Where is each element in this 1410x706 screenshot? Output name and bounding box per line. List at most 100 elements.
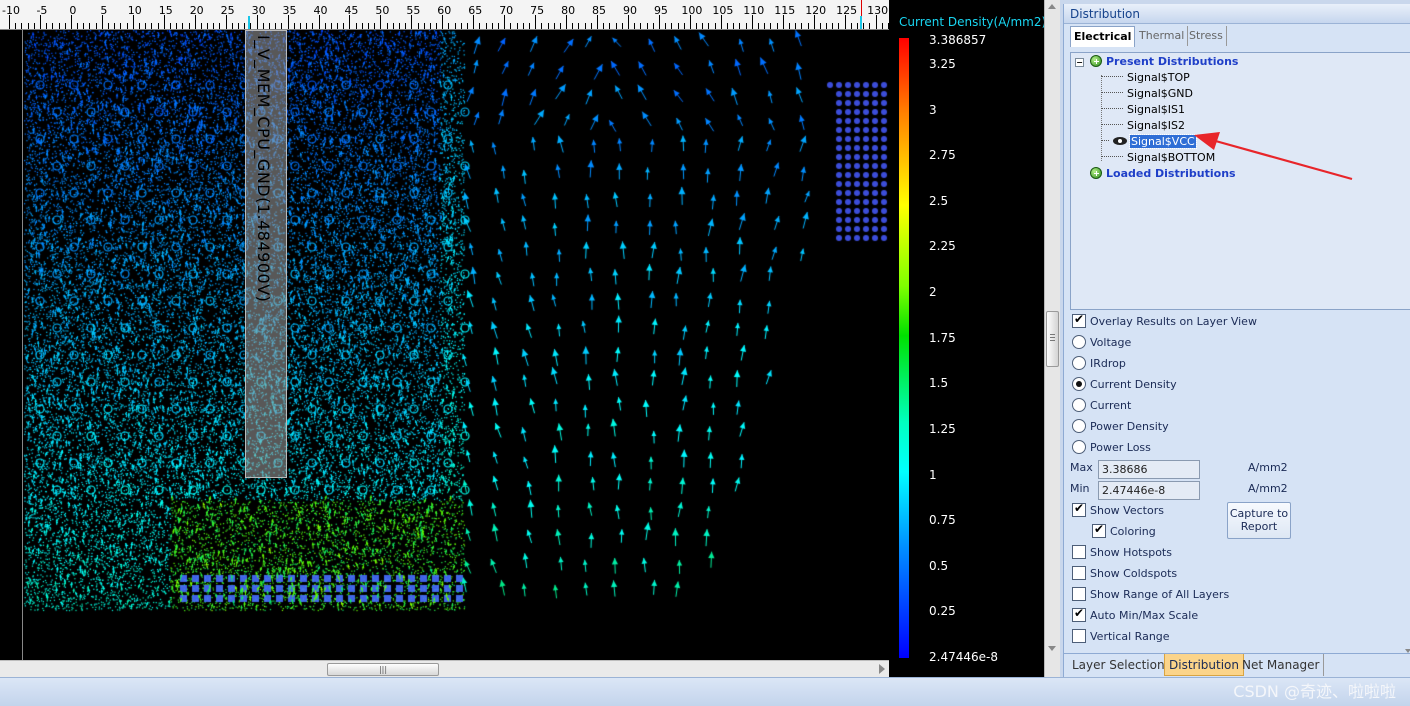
horizontal-ruler: -10 -5 0 5 10 15 20 25 30 35 40 45 50 55 60 65 70 75 80 85 9… [0,0,889,30]
radio-irdrop[interactable]: IRdrop [1072,356,1126,374]
scroll-right-arrow-icon[interactable] [879,664,885,674]
ruler-tick [553,23,555,29]
ruler-label: 85 [592,4,607,17]
tab-distribution[interactable]: Distribution [1164,654,1245,676]
ruler-tick [194,15,196,29]
ruler-tick [584,23,586,29]
ruler-tick [151,23,153,29]
tree-item-signal-gnd[interactable]: Signal$GND [1101,87,1193,103]
ruler-tick [392,23,394,29]
ruler-tick [108,23,110,29]
bottom-tab-strip: Layer Selection Distribution Net Manager [1064,653,1410,677]
ruler-tick [757,23,759,29]
radio-current-density[interactable]: Current Density [1072,377,1177,395]
ruler-tick [720,15,722,29]
min-label: Min [1070,482,1090,495]
ruler-tick [528,23,530,29]
ruler-tick [448,23,450,29]
ruler-tick [374,23,376,29]
present-distributions-node[interactable]: − Present Distributions [1075,55,1238,71]
ruler-tick [411,15,413,29]
ruler-label: 125 [836,4,858,17]
tab-layer-selection[interactable]: Layer Selection [1068,654,1170,676]
show-range-all-layers-checkbox[interactable]: Show Range of All Layers [1072,587,1229,605]
tab-stress[interactable]: Stress [1186,26,1227,46]
show-hotspots-checkbox[interactable]: Show Hotspots [1072,545,1172,563]
radio-power-loss[interactable]: Power Loss [1072,440,1151,458]
ruler-tick [727,23,729,29]
ruler-tick [361,23,363,29]
ruler-tick [535,15,537,29]
ruler-tick [578,23,580,29]
ruler-tick [795,23,797,29]
ruler-label: 35 [282,4,297,17]
horizontal-scroll-thumb[interactable]: ||| [327,663,439,676]
status-bar [0,677,1410,706]
current-density-plot[interactable] [0,30,889,660]
max-value-field[interactable]: 3.38686 [1098,460,1200,479]
ruler-tick [832,23,834,29]
min-value-field[interactable]: 2.47446e-8 [1098,481,1200,500]
distribution-panel: Distribution Electrical Thermal Stress −… [1063,4,1410,677]
ruler-tick [343,23,345,29]
ruler-tick [312,23,314,29]
ruler-tick [628,15,629,29]
tree-item-signal-vcc[interactable]: Signal$VCC [1101,134,1197,151]
capture-to-report-button[interactable]: Capture to Report [1227,502,1291,539]
ruler-tick [126,23,128,29]
ruler-tick [522,23,524,29]
ruler-tick [751,15,753,29]
vertical-scrollbar[interactable] [1044,0,1060,677]
radio-voltage[interactable]: Voltage [1072,335,1131,353]
ruler-tick [330,23,332,29]
ruler-label: 75 [530,4,545,17]
ruler-tick [640,23,642,29]
app-window: -10 -5 0 5 10 15 20 25 30 35 40 45 50 55 60 65 70 75 80 85 9… [0,0,1410,706]
ruler-tick [683,23,685,29]
tab-electrical[interactable]: Electrical [1070,26,1136,47]
radio-current[interactable]: Current [1072,398,1131,416]
collapse-icon[interactable]: − [1075,58,1084,67]
horizontal-scrollbar[interactable]: ||| [0,660,889,677]
scroll-down-arrow-icon[interactable] [1048,646,1056,651]
vertical-scroll-thumb[interactable] [1046,311,1059,367]
show-coldspots-checkbox[interactable]: Show Coldspots [1072,566,1177,584]
ruler-label: 130 [867,4,889,17]
ruler-tick [268,23,270,29]
ruler-tick [869,23,871,29]
legend-tick-label: 3.386857 [929,33,987,47]
ruler-tick [27,23,29,29]
tab-net-manager[interactable]: Net Manager [1238,654,1325,676]
panel-title: Distribution [1064,4,1410,24]
ruler-label: 70 [499,4,514,17]
legend-tick-label: 3 [929,103,937,117]
coloring-checkbox[interactable]: Coloring [1092,522,1156,542]
legend-tick-label: 1 [929,468,937,482]
ruler-tick [510,23,512,29]
vertical-range-checkbox[interactable]: Vertical Range [1072,629,1170,647]
ruler-tick [101,15,103,29]
ruler-tick [281,23,283,29]
ruler-tick [646,23,648,29]
layer-view[interactable]: -10 -5 0 5 10 15 20 25 30 35 40 45 50 55 60 65 70 75 80 85 9… [0,0,1046,677]
auto-min-max-checkbox[interactable]: Auto Min/Max Scale [1072,606,1198,626]
tree-item-signal-is2[interactable]: Signal$IS2 [1101,119,1185,135]
ruler-label: 115 [774,4,796,17]
radio-power-density[interactable]: Power Density [1072,419,1169,437]
overlay-results-checkbox[interactable]: Overlay Results on Layer View [1072,312,1257,332]
tab-thermal[interactable]: Thermal [1136,26,1189,46]
scroll-up-arrow-icon[interactable] [1048,4,1056,9]
add-icon [1090,167,1102,179]
legend-tick-label: 2.75 [929,148,956,162]
ruler-tick [733,23,735,29]
legend-tick-label: 3.25 [929,57,956,71]
ruler-tick [881,23,883,29]
ruler-tick [745,23,747,29]
ruler-label: 90 [623,4,637,17]
ruler-label: 15 [158,4,173,17]
ruler-tick [652,23,654,29]
tree-item-signal-is1[interactable]: Signal$IS1 [1101,103,1185,119]
tree-item-signal-top[interactable]: Signal$TOP [1101,71,1190,87]
ruler-tick [39,15,41,29]
show-vectors-checkbox[interactable]: Show Vectors [1072,501,1164,521]
